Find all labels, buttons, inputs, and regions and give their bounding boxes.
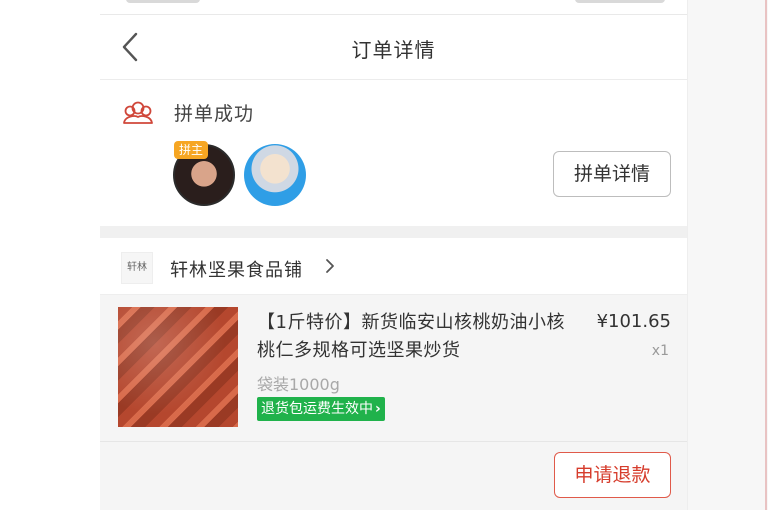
group-order-section: 拼单成功 拼主 拼单详情 bbox=[100, 80, 687, 226]
page-edge-line bbox=[765, 0, 767, 510]
return-shipping-tag-label: 退货包运费生效中 bbox=[261, 401, 373, 417]
left-margin bbox=[0, 0, 100, 510]
member-avatar[interactable] bbox=[244, 144, 306, 206]
product-title[interactable]: 【1斤特价】新货临安山核桃奶油小核桃仁多规格可选坚果炒货 bbox=[257, 309, 570, 365]
product-spec: 袋装1000g bbox=[257, 375, 340, 394]
right-margin bbox=[687, 0, 768, 510]
product-item: 【1斤特价】新货临安山核桃奶油小核桃仁多规格可选坚果炒货 ¥101.65 x1 … bbox=[100, 295, 687, 510]
app-screen: 订单详情 拼单成功 拼主 拼单详情 轩林 轩林坚果食品铺 【1斤特价】新货临安山… bbox=[100, 0, 687, 510]
section-gap bbox=[100, 226, 687, 238]
nav-bar: 订单详情 bbox=[100, 15, 687, 80]
product-quantity: x1 bbox=[651, 343, 669, 359]
refund-button[interactable]: 申请退款 bbox=[554, 452, 671, 498]
page-title: 订单详情 bbox=[351, 38, 436, 62]
host-badge: 拼主 bbox=[174, 141, 209, 159]
group-icon bbox=[123, 101, 153, 124]
return-shipping-tag[interactable]: 退货包运费生效中 › bbox=[257, 397, 385, 421]
product-price: ¥101.65 bbox=[596, 311, 671, 332]
chevron-right-small-icon: › bbox=[375, 401, 381, 417]
divider bbox=[100, 441, 687, 442]
group-detail-button[interactable]: 拼单详情 bbox=[553, 151, 671, 197]
status-bar-left bbox=[126, 0, 200, 3]
status-bar bbox=[100, 0, 687, 15]
shop-row[interactable]: 轩林 轩林坚果食品铺 bbox=[100, 238, 687, 295]
product-image[interactable] bbox=[118, 307, 238, 427]
shop-logo: 轩林 bbox=[121, 252, 153, 284]
group-status: 拼单成功 bbox=[174, 103, 255, 125]
status-bar-right bbox=[575, 0, 665, 3]
shop-name: 轩林坚果食品铺 bbox=[170, 260, 303, 281]
chevron-right-icon bbox=[326, 259, 334, 273]
